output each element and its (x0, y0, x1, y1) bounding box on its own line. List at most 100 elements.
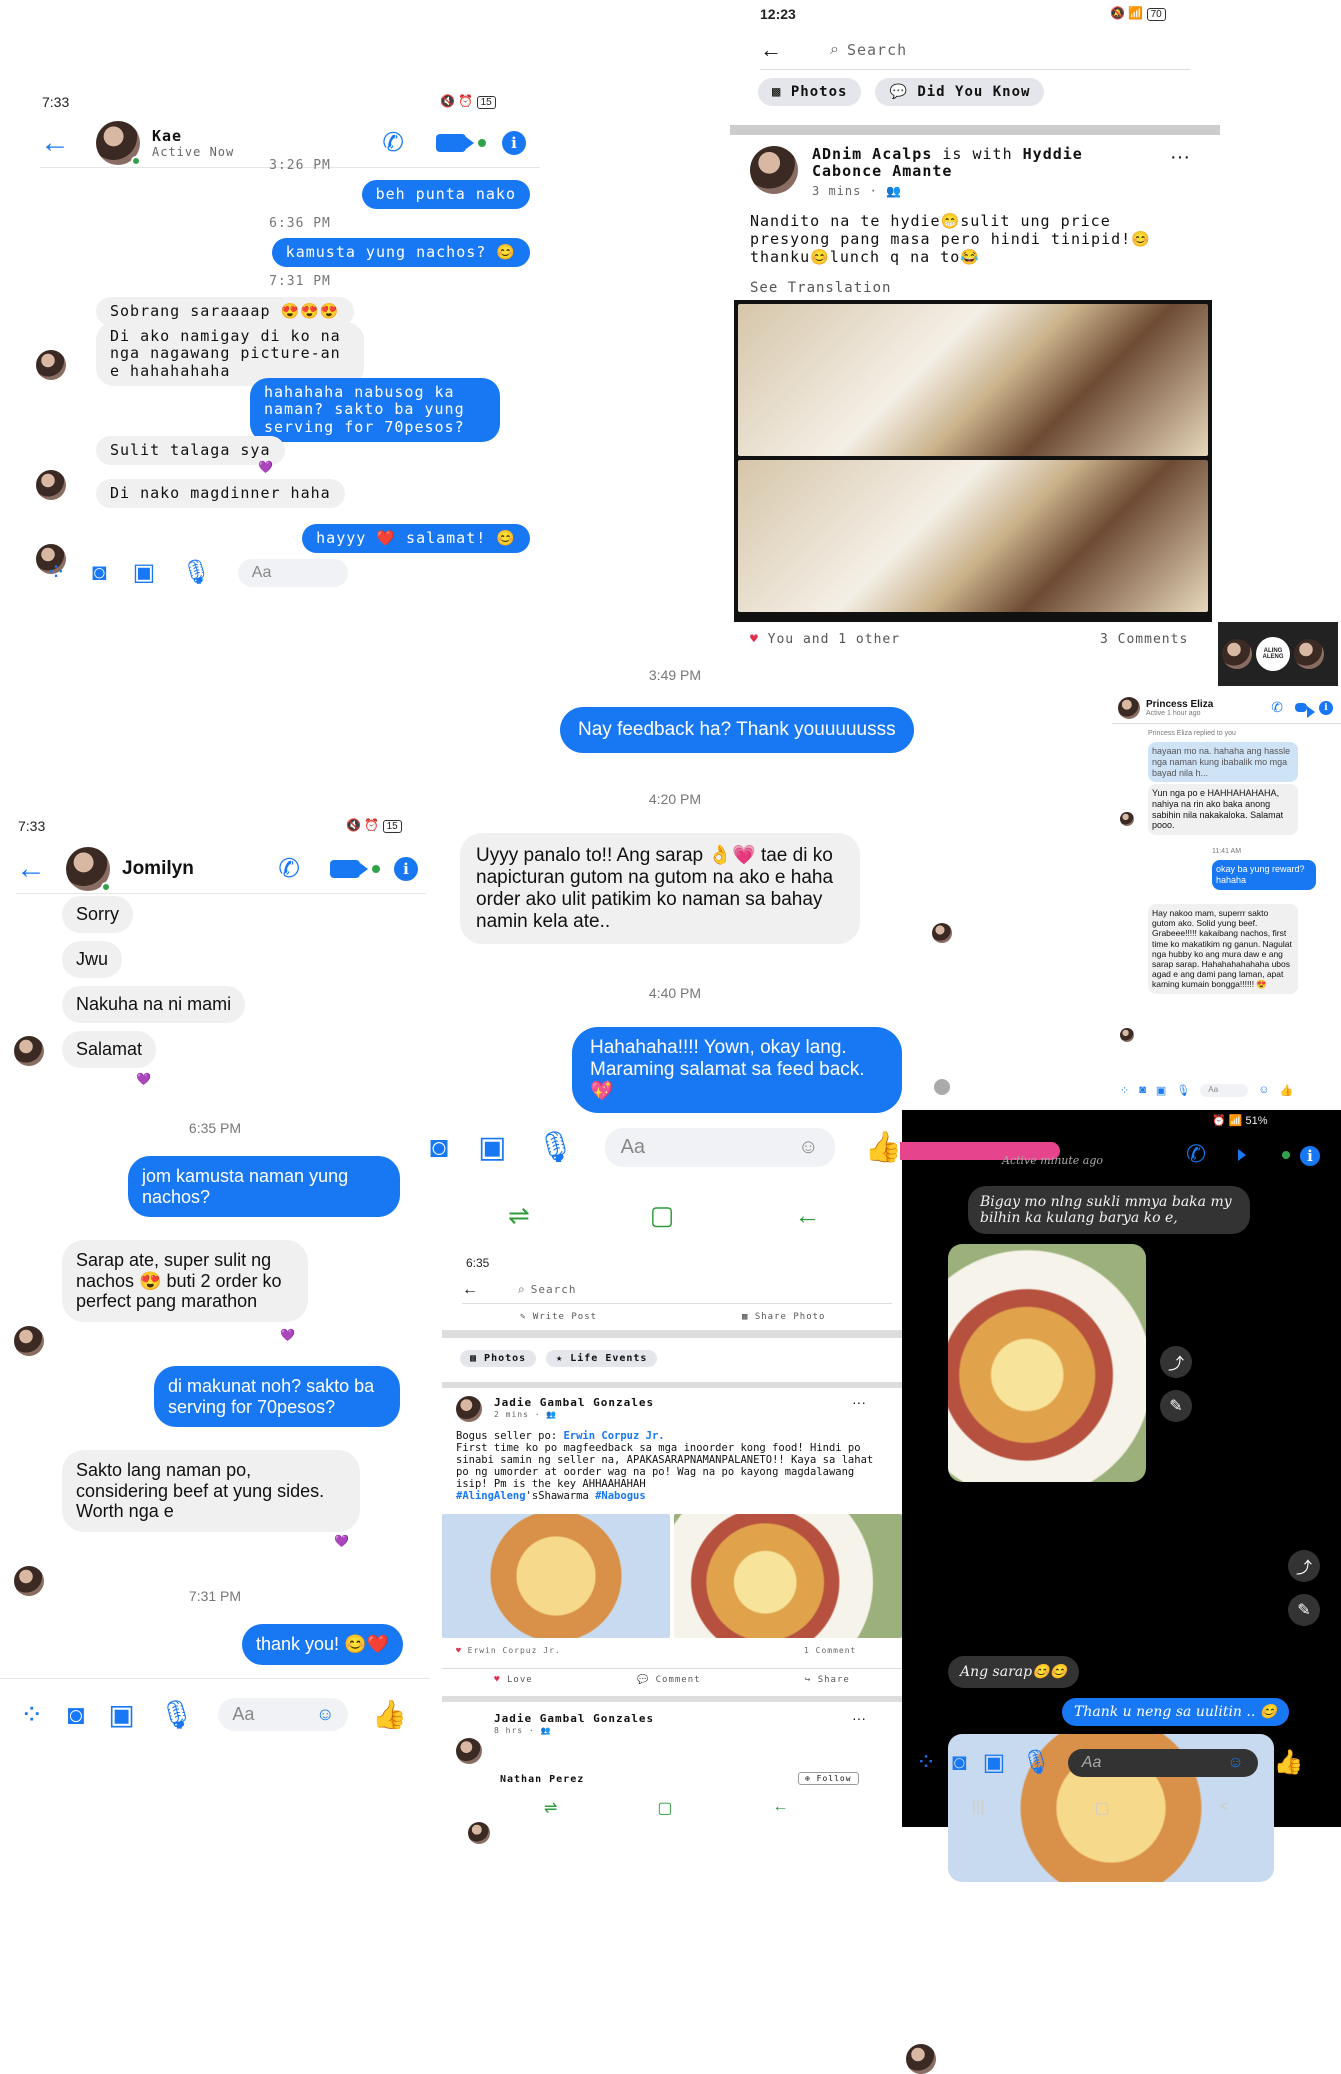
microphone-icon[interactable]: 🎙 (1021, 1748, 1051, 1777)
contact-info[interactable]: Kae Active Now (152, 127, 234, 159)
hashtag[interactable]: #AlingAleng (456, 1490, 526, 1502)
back-arrow-icon[interactable]: ← (40, 127, 70, 158)
avatar[interactable] (750, 146, 798, 194)
incoming-message[interactable]: Bigay mo nlng sukli mmya baka my bilhin … (968, 1186, 1250, 1234)
outgoing-message[interactable]: Nay feedback ha? Thank youuuuusss (560, 707, 914, 753)
camera-icon[interactable]: ◙ (1139, 1084, 1146, 1097)
post-author[interactable]: Jadie Gambal Gonzales (494, 1396, 654, 1409)
outgoing-message[interactable]: hayyy ❤️ salamat! 😊 (302, 524, 530, 554)
incoming-message[interactable]: Jwu (62, 941, 123, 978)
video-call-icon[interactable] (330, 859, 368, 878)
apps-icon[interactable]: ⁘ (916, 1748, 936, 1777)
back-arrow-icon[interactable]: ← (462, 1281, 478, 1299)
love-button[interactable]: ♥ Love (494, 1675, 533, 1685)
avatar[interactable] (468, 1822, 490, 1844)
back-nav-icon[interactable]: ← (794, 1200, 820, 1231)
outgoing-message[interactable]: di makunat noh? sakto ba serving for 70p… (154, 1366, 400, 1428)
see-translation-link[interactable]: See Translation (750, 280, 891, 296)
comments-count[interactable]: 1 Comment (804, 1646, 856, 1655)
contact-info[interactable]: Princess Eliza Active 1 hour ago (1146, 699, 1213, 717)
incoming-message[interactable]: Nakuha na ni mami (62, 986, 246, 1023)
follow-button[interactable]: ⊕ Follow (798, 1772, 859, 1785)
incoming-message[interactable]: Uyyy panalo to!! Ang sarap 👌💗 tae di ko … (460, 833, 860, 945)
incoming-message[interactable]: Sakto lang naman po, considering beef at… (62, 1450, 360, 1533)
video-call-icon[interactable] (436, 133, 474, 152)
outgoing-message[interactable]: hahahaha nabusog ka naman? sakto ba yung… (250, 378, 500, 442)
edit-icon[interactable]: ✎ (1288, 1594, 1320, 1626)
incoming-message[interactable]: Ang sarap😊😊 (948, 1656, 1079, 1688)
back-nav-icon[interactable]: ← (773, 1798, 789, 1818)
share-photo-button[interactable]: ▩ Share Photo (742, 1312, 825, 1322)
edit-icon[interactable]: ✎ (1160, 1390, 1192, 1422)
camera-icon[interactable]: ◙ (430, 1131, 448, 1165)
outgoing-message[interactable]: beh punta nako (361, 180, 530, 210)
info-icon[interactable]: i (394, 856, 418, 881)
post-photo[interactable] (734, 300, 1212, 622)
microphone-icon[interactable]: 🎙 (536, 1130, 574, 1165)
video-call-icon[interactable] (1295, 703, 1315, 718)
incoming-message[interactable]: Sulit talaga sya (96, 436, 285, 466)
like-icon[interactable]: 👍 (1279, 1084, 1293, 1097)
more-options-icon[interactable]: ··· (852, 1394, 866, 1410)
home-nav-icon[interactable]: ▢ (657, 1798, 672, 1818)
back-arrow-icon[interactable]: ← (16, 853, 46, 884)
phone-icon[interactable]: ✆ (1186, 1140, 1206, 1169)
reactions-summary[interactable]: ♥ You and 1 other (750, 632, 900, 647)
gallery-icon[interactable]: ▣ (108, 1698, 134, 1731)
recents-nav-icon[interactable]: ||| (972, 1798, 984, 1818)
incoming-message[interactable]: Hay nakoo mam, superrr sakto gutom ako. … (1148, 904, 1298, 994)
post-author[interactable]: Jadie Gambal Gonzales (494, 1712, 654, 1725)
incoming-message[interactable]: Di ako namigay di ko na nga nagawang pic… (96, 322, 364, 386)
camera-icon[interactable]: ◙ (92, 559, 107, 587)
camera-icon[interactable]: ◙ (67, 1699, 84, 1731)
gallery-icon[interactable]: ▣ (133, 558, 156, 587)
phone-icon[interactable]: ✆ (382, 127, 404, 158)
incoming-message[interactable]: Sorry (62, 896, 134, 933)
message-input[interactable]: Aa (237, 558, 348, 587)
apps-icon[interactable]: ⁘ (1120, 1084, 1129, 1097)
nachos-photo[interactable] (948, 1244, 1146, 1482)
tab-life-events[interactable]: ★ Life Events (546, 1350, 658, 1367)
recents-nav-icon[interactable]: ⇌ (508, 1200, 530, 1231)
info-icon[interactable]: i (502, 130, 526, 155)
comment-button[interactable]: 💬 Comment (637, 1675, 701, 1685)
outgoing-message[interactable]: kamusta yung nachos? 😊 (271, 238, 530, 268)
like-icon[interactable]: 👍 (865, 1130, 902, 1165)
incoming-message[interactable]: Di nako magdinner haha (96, 479, 345, 509)
camera-icon[interactable]: ◙ (952, 1749, 967, 1777)
emoji-icon[interactable]: ☺ (798, 1136, 818, 1159)
home-nav-icon[interactable]: ▢ (650, 1200, 675, 1231)
post-author[interactable]: Nathan Perez (500, 1774, 584, 1785)
outgoing-message[interactable]: Hahahaha!!!! Yown, okay lang. Maraming s… (572, 1027, 902, 1113)
outgoing-message[interactable]: okay ba yung reward? hahaha (1212, 860, 1316, 890)
gallery-icon[interactable]: ▣ (478, 1130, 506, 1165)
phone-icon[interactable]: ✆ (278, 853, 300, 884)
outgoing-message[interactable]: Thank u neng sa uulitin .. 😊 (1062, 1698, 1290, 1726)
share-icon[interactable]: ⤴ (1288, 1550, 1320, 1582)
incoming-message[interactable]: Yun nga po e HAHHAHAHAHA, nahiya na rin … (1148, 784, 1298, 836)
emoji-icon[interactable]: ☺ (316, 1704, 334, 1725)
gallery-icon[interactable]: ▣ (983, 1748, 1006, 1777)
gallery-icon[interactable]: ▣ (1156, 1084, 1166, 1097)
avatar[interactable] (66, 846, 111, 892)
info-icon[interactable]: i (1319, 700, 1333, 715)
info-icon[interactable]: i (1298, 1144, 1322, 1168)
tagged-user[interactable]: Erwin Corpuz Jr. (563, 1430, 664, 1442)
tab-photos[interactable]: ▩ Photos (758, 78, 862, 106)
avatar[interactable] (456, 1738, 482, 1764)
like-icon[interactable]: 👍 (372, 1698, 407, 1731)
more-options-icon[interactable]: ··· (1170, 146, 1190, 169)
apps-icon[interactable]: ⁘ (20, 1698, 43, 1731)
outgoing-message[interactable]: thank you! 😊❤️ (242, 1624, 403, 1665)
message-input[interactable]: Aa ☺ (218, 1698, 349, 1731)
message-input[interactable]: Aa ☺ (1067, 1748, 1258, 1777)
emoji-icon[interactable]: ☺ (1227, 1754, 1243, 1772)
tab-did-you-know[interactable]: 💬 Did You Know (875, 78, 1045, 106)
back-nav-icon[interactable]: < (1220, 1798, 1229, 1818)
post-author[interactable]: ADnim Acalps (812, 145, 932, 163)
write-post-button[interactable]: ✎ Write Post (520, 1312, 597, 1322)
hashtag[interactable]: #Nabogus (595, 1490, 646, 1502)
avatar[interactable] (456, 1396, 482, 1422)
incoming-message[interactable]: Sarap ate, super sulit ng nachos 😍 buti … (62, 1240, 308, 1323)
like-icon[interactable]: 👍 (1274, 1748, 1304, 1777)
